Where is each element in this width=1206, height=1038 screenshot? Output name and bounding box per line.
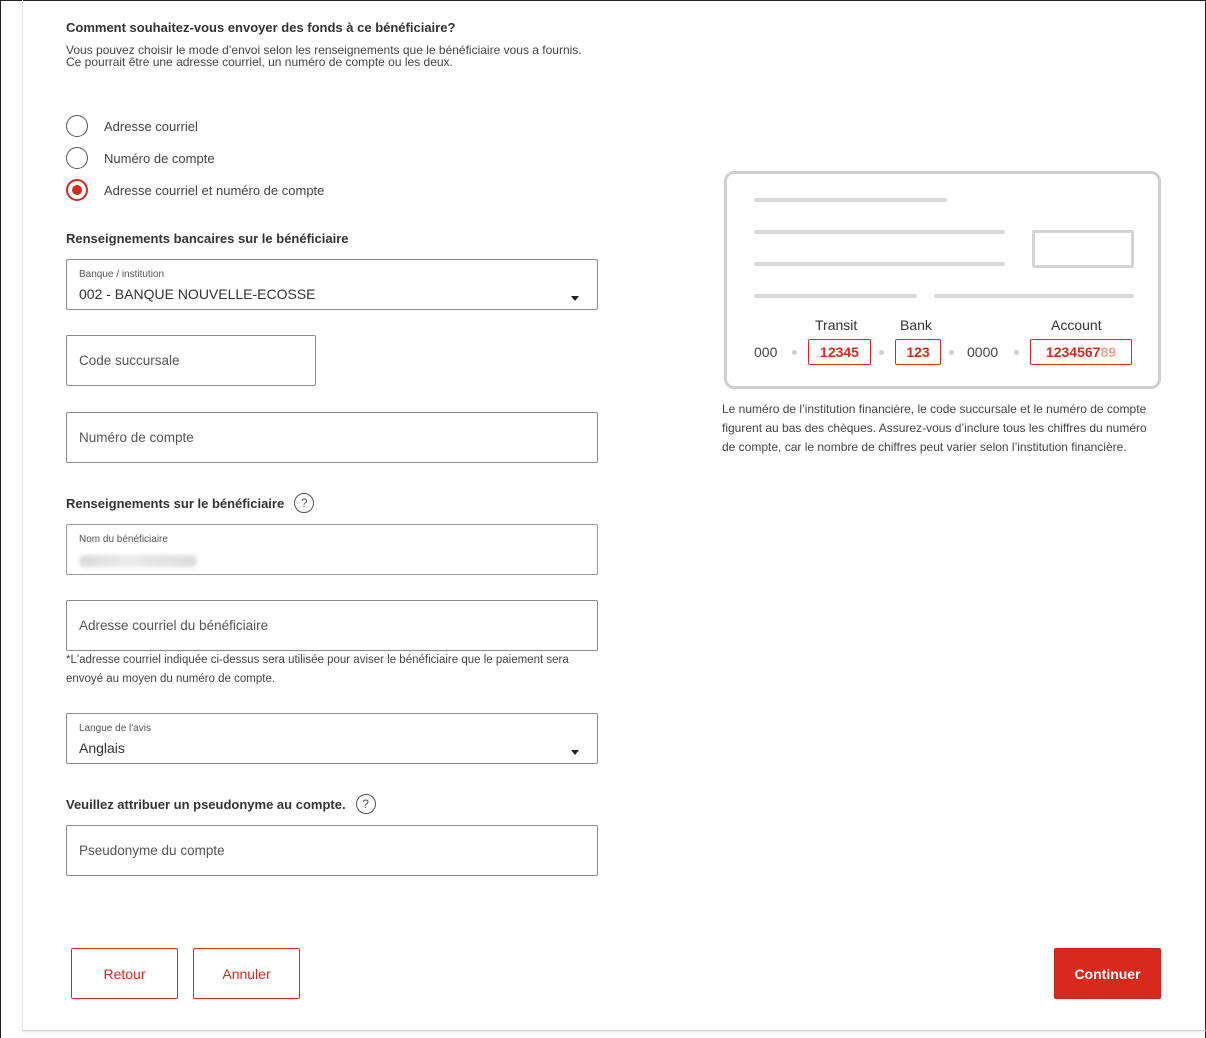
radio-option-email-and-account[interactable]: Adresse courriel et numéro de compte <box>66 178 324 202</box>
cheque-bank-label: Bank <box>900 317 932 333</box>
account-number-input[interactable]: Numéro de compte <box>66 412 598 463</box>
cancel-button-label: Annuler <box>222 965 271 982</box>
nickname-section-title: Veuillez attribuer un pseudonyme au comp… <box>66 794 376 814</box>
beneficiary-name-label: Nom du bénéficiaire <box>79 534 168 545</box>
cheque-illustration: Transit Bank Account 000 12345 123 0000 … <box>724 171 1161 389</box>
notice-language-label: Langue de l'avis <box>79 723 151 734</box>
cheque-transit-number: 12345 <box>820 344 859 360</box>
redacted-name <box>79 555 197 567</box>
cheque-separator <box>879 350 884 355</box>
account-number-placeholder: Numéro de compte <box>79 430 194 445</box>
cheque-line <box>934 294 1134 298</box>
bank-section-title-text: Renseignements bancaires sur le bénéfici… <box>66 231 349 246</box>
cheque-separator <box>1014 350 1019 355</box>
cheque-line <box>754 294 917 298</box>
chevron-down-icon <box>571 296 579 301</box>
institution-value: 002 - BANQUE NOUVELLE-ECOSSE <box>79 286 316 302</box>
continue-button-label: Continuer <box>1074 965 1141 982</box>
help-icon[interactable]: ? <box>294 493 315 513</box>
institution-select[interactable]: Banque / institution 002 - BANQUE NOUVEL… <box>66 259 598 310</box>
cheque-bank-number: 123 <box>906 344 930 360</box>
radio-email-and-account-icon[interactable] <box>66 179 88 201</box>
email-note: *L'adresse courriel indiquée ci-dessus s… <box>66 654 569 685</box>
beneficiary-section-title-text: Renseignements sur le bénéficiaire <box>66 495 285 511</box>
beneficiary-section-title: Renseignements sur le bénéficiaire ? <box>66 493 315 513</box>
cancel-button[interactable]: Annuler <box>193 948 300 999</box>
cheque-explanation: Le numéro de l’institution financière, l… <box>722 402 1147 454</box>
branch-code-placeholder: Code succursale <box>79 353 180 368</box>
send-method-question: Comment souhaitez-vous envoyer des fonds… <box>66 20 456 35</box>
account-nickname-input[interactable]: Pseudonyme du compte <box>66 825 598 876</box>
cheque-separator <box>949 350 954 355</box>
cheque-amount-box <box>1032 230 1134 268</box>
cheque-line <box>754 198 947 202</box>
continue-button[interactable]: Continuer <box>1054 948 1161 999</box>
cheque-separator <box>792 350 797 355</box>
branch-code-input[interactable]: Code succursale <box>66 335 316 386</box>
notice-language-value: Anglais <box>79 740 125 756</box>
back-button-label: Retour <box>103 965 146 982</box>
cheque-transit-box: 12345 <box>808 339 871 365</box>
cheque-account-number-faded: 89 <box>1100 344 1117 360</box>
cheque-transit-label: Transit <box>815 317 858 333</box>
help-icon[interactable]: ? <box>355 794 376 814</box>
cheque-middle: 0000 <box>967 344 999 360</box>
cheque-prefix: 000 <box>754 344 778 360</box>
radio-email-icon[interactable] <box>66 115 88 137</box>
back-button[interactable]: Retour <box>71 948 178 999</box>
beneficiary-name-field: Nom du bénéficiaire <box>66 524 598 575</box>
cheque-account-label: Account <box>1051 317 1102 333</box>
radio-option-email[interactable]: Adresse courriel <box>66 114 198 138</box>
cheque-line <box>754 262 1005 266</box>
cheque-account-number: 1234567 <box>1045 344 1101 360</box>
bank-section-title: Renseignements bancaires sur le bénéfici… <box>66 231 349 246</box>
account-nickname-placeholder: Pseudonyme du compte <box>79 843 225 858</box>
cheque-line <box>754 230 1005 234</box>
beneficiary-email-placeholder: Adresse courriel du bénéficiaire <box>79 618 269 633</box>
chevron-down-icon <box>571 750 579 755</box>
beneficiary-email-input[interactable]: Adresse courriel du bénéficiaire <box>66 600 598 651</box>
send-method-description: Vous pouvez choisir le mode d’envoi selo… <box>66 43 582 69</box>
radio-email-label: Adresse courriel <box>104 118 198 134</box>
notice-language-select[interactable]: Langue de l'avis Anglais <box>66 713 598 764</box>
cheque-account-box: 1234567 89 <box>1030 339 1132 365</box>
institution-label: Banque / institution <box>79 269 165 280</box>
cheque-bank-box: 123 <box>895 339 941 365</box>
radio-account-icon[interactable] <box>66 147 88 169</box>
radio-option-account[interactable]: Numéro de compte <box>66 146 215 170</box>
radio-email-and-account-label: Adresse courriel et numéro de compte <box>104 182 325 198</box>
radio-account-label: Numéro de compte <box>104 150 215 166</box>
nickname-section-title-text: Veuillez attribuer un pseudonyme au comp… <box>66 796 346 812</box>
